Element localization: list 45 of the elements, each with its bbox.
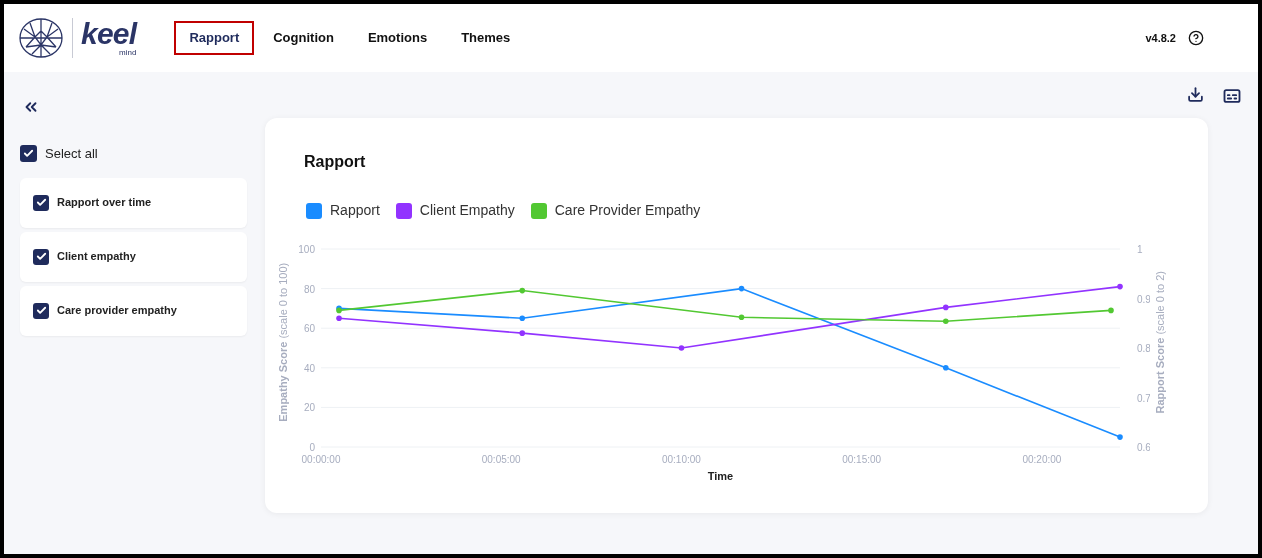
x-tick-label: 00:00:00 [301, 454, 341, 465]
legend-label[interactable]: Client Empathy [419, 200, 515, 221]
nav-tab[interactable]: Cognition [258, 21, 349, 55]
help-icon[interactable] [1188, 30, 1204, 46]
y-tick-label: 100 [298, 244, 315, 255]
check-icon [35, 251, 47, 262]
y-tick-label: 60 [303, 323, 315, 335]
logo-wordmark: keel [81, 19, 137, 49]
check-icon [23, 148, 34, 160]
select-all-label[interactable]: Select all [45, 144, 98, 164]
filter-item[interactable]: Care provider empathy [20, 285, 247, 336]
legend-label[interactable]: Rapport [330, 200, 380, 221]
x-tick-label: 00:05:00 [481, 454, 521, 465]
download-icon[interactable] [1187, 86, 1204, 103]
y-tick-label: 0.7 [1137, 392, 1150, 404]
y-tick-label: 0 [309, 442, 315, 453]
y-tick-label: 80 [303, 283, 315, 295]
y-tick-label: 0.9 [1137, 293, 1150, 305]
checkbox[interactable] [33, 302, 49, 319]
y-tick-label: 0.6 [1137, 442, 1150, 453]
captions-icon[interactable] [1222, 86, 1242, 106]
nav-tab[interactable]: Rapport [174, 21, 255, 55]
x-tick-label: 00:20:00 [1022, 454, 1062, 465]
checkbox[interactable] [33, 248, 49, 265]
filter-item[interactable]: Client empathy [20, 231, 247, 282]
x-tick-label: 00:10:00 [662, 454, 701, 465]
checkbox[interactable] [33, 194, 49, 211]
y-tick-label: 20 [303, 402, 315, 414]
axis-title: Empathy Score (scale 0 to 100) [275, 262, 290, 422]
version-label: v4.8.2 [1145, 30, 1176, 46]
nav-tab[interactable]: Themes [446, 21, 526, 55]
legend-label[interactable]: Care Provider Empathy [554, 200, 701, 221]
check-icon [35, 197, 47, 208]
y-tick-label: 0.8 [1137, 343, 1150, 354]
check-icon [35, 305, 47, 316]
axis-title: Rapport Score (scale 0 to 2) [1152, 270, 1167, 414]
x-tick-label: 00:15:00 [842, 454, 882, 465]
axis-title: Time [707, 470, 734, 482]
logo-tagline: mind [119, 49, 137, 57]
y-tick-label: 1 [1137, 244, 1143, 255]
nav-tab[interactable]: Emotions [352, 21, 443, 55]
filter-item[interactable]: Rapport over time [20, 177, 247, 228]
y-tick-label: 40 [303, 362, 315, 374]
checkbox[interactable] [20, 145, 37, 163]
card-title: Rapport [304, 152, 367, 172]
